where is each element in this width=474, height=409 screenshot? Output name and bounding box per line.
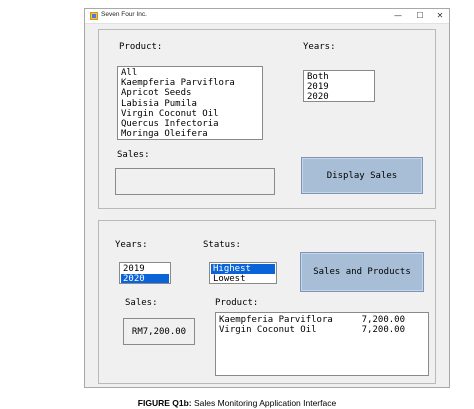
app-icon: [90, 12, 98, 20]
figure-caption: FIGURE Q1b: Sales Monitoring Application…: [0, 398, 474, 408]
years-listbox-2[interactable]: 2019 2020: [119, 262, 171, 284]
year-option[interactable]: 2019: [123, 264, 167, 274]
years-listbox[interactable]: Both 2019 2020: [303, 70, 375, 102]
product-option[interactable]: Apricot Seeds: [121, 88, 259, 98]
sales-output-box: [115, 168, 275, 195]
year-option[interactable]: 2019: [307, 82, 371, 92]
product-option[interactable]: Kaempferia Parviflora: [121, 78, 259, 88]
status-option-selected[interactable]: Highest: [211, 264, 275, 275]
product-option[interactable]: Virgin Coconut Oil: [121, 109, 259, 119]
status-option[interactable]: Lowest: [213, 274, 273, 283]
close-icon[interactable]: ✕: [431, 10, 449, 22]
years-label-2: Years:: [115, 240, 148, 250]
app-window: Seven Four Inc. — ☐ ✕ Product: All Kaemp…: [84, 8, 450, 388]
status-label: Status:: [203, 240, 241, 250]
product-option[interactable]: Moringa Oleifera: [121, 129, 259, 139]
sales-query-panel: Product: All Kaempferia Parviflora Apric…: [98, 29, 436, 209]
result-row[interactable]: Kaempferia Parviflora 7,200.00: [219, 315, 425, 325]
product-option[interactable]: All: [121, 68, 259, 78]
result-amount: 7,200.00: [361, 315, 405, 325]
year-option[interactable]: Both: [307, 72, 371, 82]
product-option[interactable]: Quercus Infectoria: [121, 119, 259, 129]
figure-caption-text: Sales Monitoring Application Interface: [191, 398, 337, 408]
title-bar: Seven Four Inc. — ☐ ✕: [85, 9, 449, 24]
years-label: Years:: [303, 42, 336, 52]
display-sales-button[interactable]: Display Sales: [301, 157, 423, 194]
year-option-selected[interactable]: 2020: [121, 274, 169, 283]
product-label-2: Product:: [215, 298, 259, 308]
figure-number: FIGURE Q1b:: [137, 398, 192, 408]
results-listbox[interactable]: Kaempferia Parviflora 7,200.00 Virgin Co…: [215, 312, 429, 376]
product-label: Product:: [119, 42, 163, 52]
sales-value-box: RM7,200.00: [123, 318, 195, 345]
product-option[interactable]: Labisia Pumila: [121, 99, 259, 109]
product-listbox[interactable]: All Kaempferia Parviflora Apricot Seeds …: [117, 66, 263, 140]
result-amount: 7,200.00: [361, 325, 405, 336]
sales-label-2: Sales:: [125, 298, 158, 308]
window-title: Seven Four Inc.: [101, 11, 147, 18]
results-panel: Years: 2019 2020 Status: Highest Lowest …: [98, 220, 436, 384]
sales-and-products-button[interactable]: Sales and Products: [300, 252, 424, 292]
sales-label: Sales:: [117, 150, 150, 160]
result-product-name: Kaempferia Parviflora: [219, 315, 333, 325]
minimize-icon[interactable]: —: [389, 10, 407, 22]
maximize-icon[interactable]: ☐: [411, 10, 429, 22]
result-row[interactable]: Virgin Coconut Oil 7,200.00: [219, 325, 425, 335]
year-option[interactable]: 2020: [307, 92, 371, 101]
status-listbox[interactable]: Highest Lowest: [209, 262, 277, 284]
result-product-name: Virgin Coconut Oil: [219, 325, 317, 336]
